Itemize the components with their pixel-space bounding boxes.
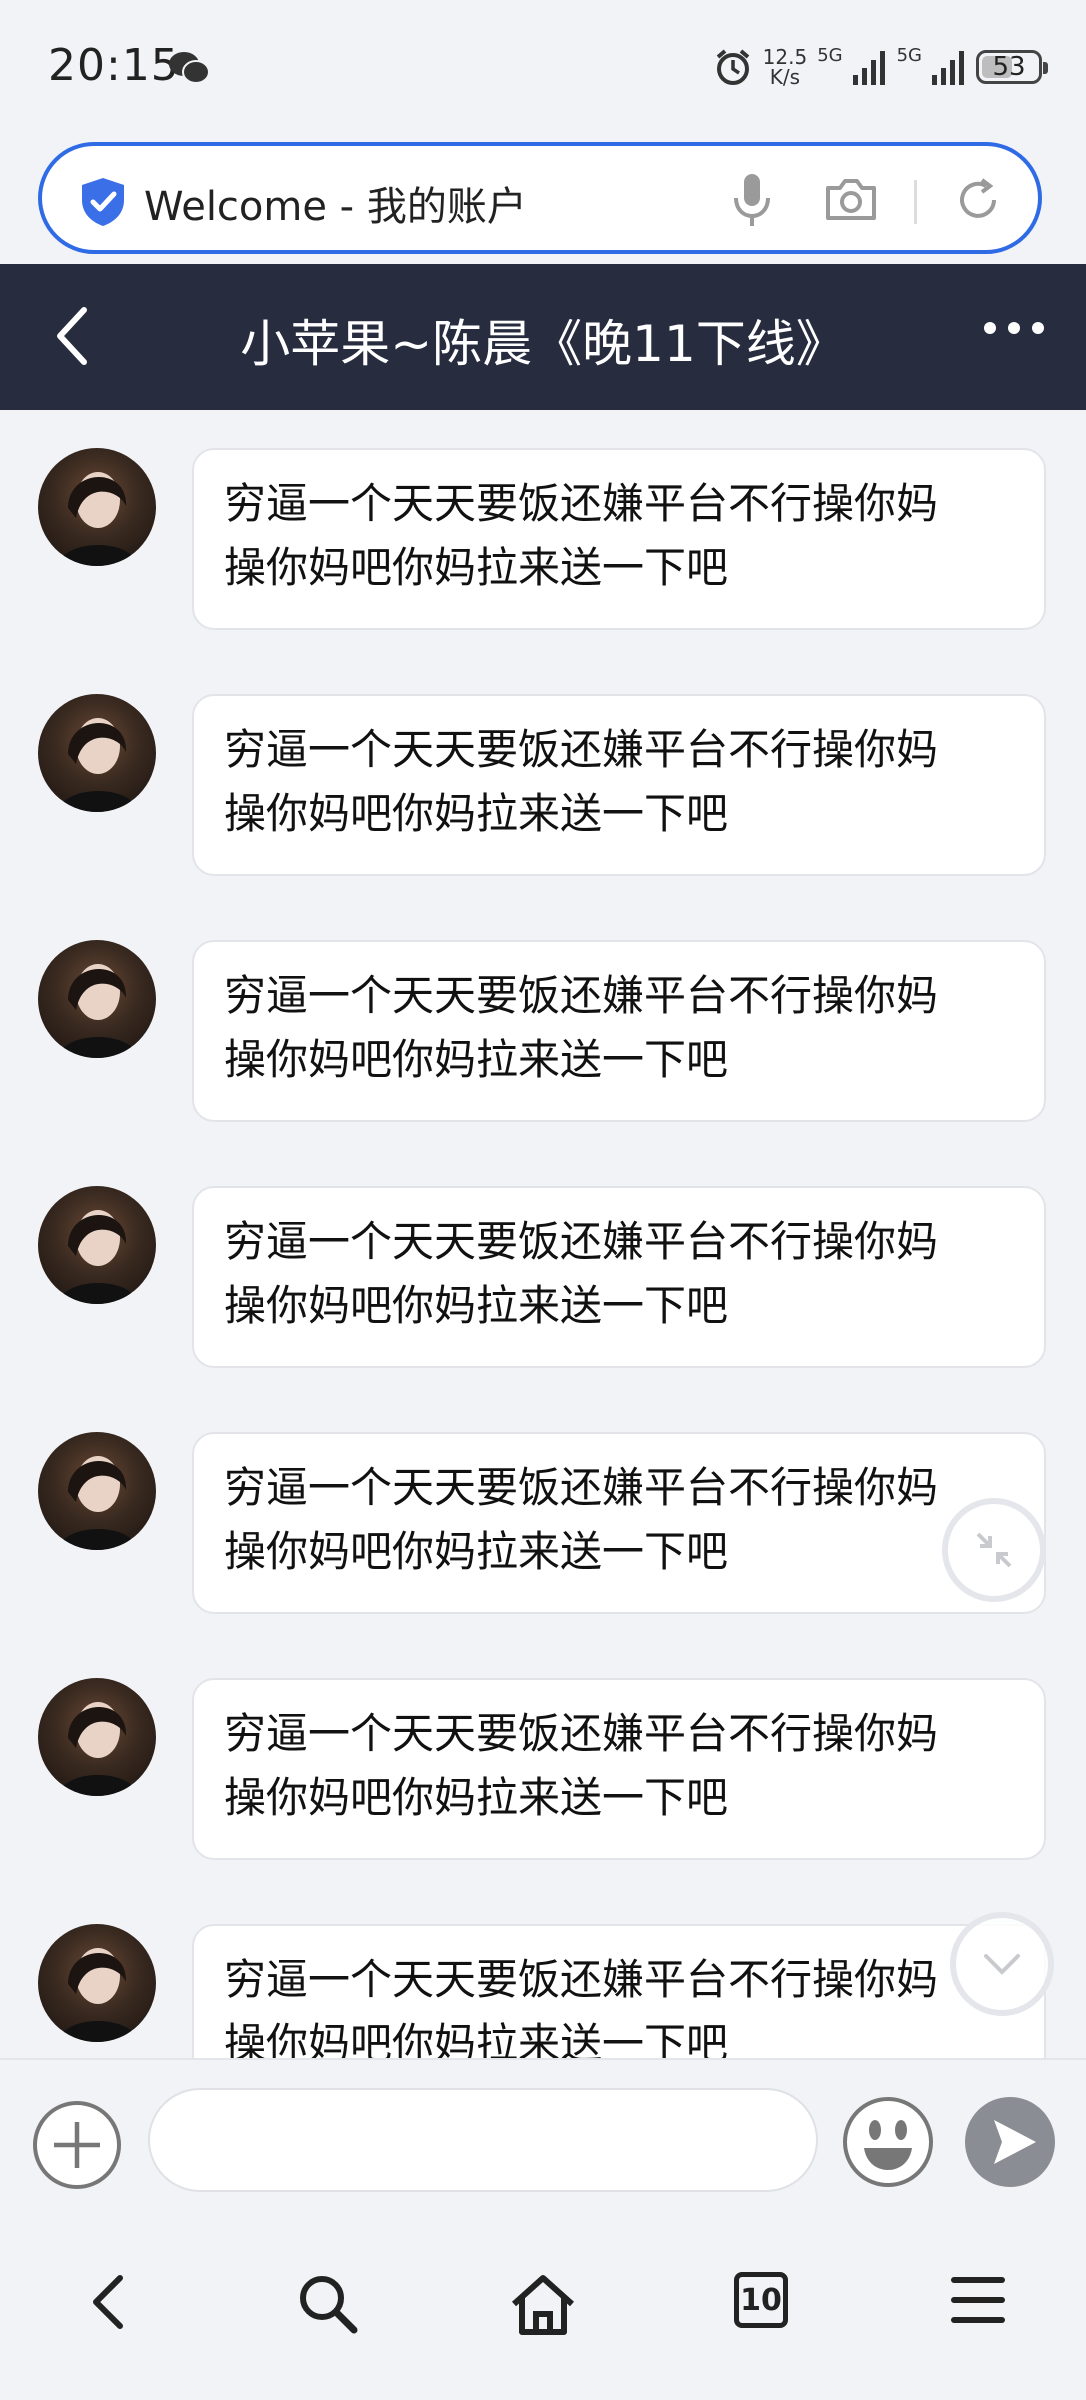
back-icon[interactable]: [52, 304, 92, 368]
address-divider: [914, 180, 917, 224]
collapse-button[interactable]: [942, 1498, 1046, 1602]
message-text-line: 操你妈吧你妈拉来送一下吧: [224, 1773, 729, 1822]
tabs-button[interactable]: 10: [734, 2272, 788, 2328]
avatar[interactable]: [38, 694, 156, 812]
message-bubble[interactable]: 穷逼一个天天要饭还嫌平台不行操你妈 操你妈吧你妈拉来送一下吧: [192, 1186, 1046, 1368]
message-text-line: 操你妈吧你妈拉来送一下吧: [224, 1527, 729, 1576]
message-text-line: 操你妈吧你妈拉来送一下吧: [224, 1035, 729, 1084]
scroll-down-button[interactable]: [950, 1912, 1054, 2016]
message-text-line: 操你妈吧你妈拉来送一下吧: [224, 1281, 729, 1330]
status-bar: 20:15 12.5 K/s 5G 5G 53: [0, 0, 1086, 140]
message-bubble[interactable]: 穷逼一个天天要饭还嫌平台不行操你妈 操你妈吧你妈拉来送一下吧: [192, 1432, 1046, 1614]
reload-icon[interactable]: [954, 176, 1002, 224]
message-item: 穷逼一个天天要饭还嫌平台不行操你妈 操你妈吧你妈拉来送一下吧: [0, 410, 1086, 630]
message-text-line: 操你妈吧你妈拉来送一下吧: [224, 543, 729, 592]
message-text-line: 操你妈吧你妈拉来送一下吧: [224, 789, 729, 838]
shield-check-icon: [82, 178, 124, 226]
message-item: 穷逼一个天天要饭还嫌平台不行操你妈 操你妈吧你妈拉来送一下吧: [0, 1640, 1086, 1860]
sim2-label: 5G: [896, 44, 922, 66]
message-item: 穷逼一个天天要饭还嫌平台不行操你妈 操你妈吧你妈拉来送一下吧: [0, 1148, 1086, 1368]
avatar[interactable]: [38, 1924, 156, 2042]
status-time: 20:15: [48, 40, 180, 91]
chat-title: 小苹果~陈晨《晚11下线》: [240, 315, 846, 373]
message-item: 穷逼一个天天要饭还嫌平台不行操你妈 操你妈吧你妈拉来送一下吧: [0, 902, 1086, 1122]
back-icon[interactable]: [86, 2272, 130, 2332]
net-speed-unit: K/s: [769, 65, 801, 89]
message-bubble[interactable]: 穷逼一个天天要饭还嫌平台不行操你妈 操你妈吧你妈拉来送一下吧: [192, 940, 1046, 1122]
wechat-icon: [169, 52, 210, 84]
plus-icon[interactable]: [32, 2100, 122, 2190]
collapse-icon: [976, 1532, 1012, 1568]
emoji-icon[interactable]: [842, 2096, 934, 2188]
avatar[interactable]: [38, 1678, 156, 1796]
signal-icon: [852, 51, 885, 85]
message-text-line: 穷逼一个天天要饭还嫌平台不行操你妈: [224, 725, 939, 774]
sim1-label: 5G: [817, 44, 843, 66]
signal-icon: [932, 51, 964, 85]
message-text-line: 穷逼一个天天要饭还嫌平台不行操你妈: [224, 1709, 939, 1758]
message-bubble[interactable]: 穷逼一个天天要饭还嫌平台不行操你妈 操你妈吧你妈拉来送一下吧: [192, 694, 1046, 876]
battery-indicator: 53: [976, 50, 1048, 84]
message-bubble[interactable]: 穷逼一个天天要饭还嫌平台不行操你妈 操你妈吧你妈拉来送一下吧: [192, 1924, 1046, 2058]
message-text-line: 操你妈吧你妈拉来送一下吧: [224, 2019, 729, 2058]
message-text-line: 穷逼一个天天要饭还嫌平台不行操你妈: [224, 1463, 939, 1512]
input-bar: [0, 2058, 1086, 2224]
more-icon[interactable]: [984, 322, 1044, 334]
message-input[interactable]: [148, 2088, 818, 2192]
avatar[interactable]: [38, 940, 156, 1058]
avatar[interactable]: [38, 1432, 156, 1550]
message-item: 穷逼一个天天要饭还嫌平台不行操你妈 操你妈吧你妈拉来送一下吧: [0, 656, 1086, 876]
menu-icon[interactable]: [950, 2272, 1006, 2328]
message-item: 穷逼一个天天要饭还嫌平台不行操你妈 操你妈吧你妈拉来送一下吧: [0, 1394, 1086, 1614]
home-icon[interactable]: [508, 2272, 578, 2336]
message-bubble[interactable]: 穷逼一个天天要饭还嫌平台不行操你妈 操你妈吧你妈拉来送一下吧: [192, 1678, 1046, 1860]
message-text-line: 穷逼一个天天要饭还嫌平台不行操你妈: [224, 479, 939, 528]
mic-icon[interactable]: [732, 172, 772, 228]
search-icon[interactable]: [296, 2272, 360, 2336]
alarm-icon: [716, 49, 749, 85]
browser-bottom-nav: 10: [0, 2224, 1086, 2400]
net-speed: 12.5 K/s: [763, 47, 808, 87]
chat-header: 小苹果~陈晨《晚11下线》: [0, 264, 1086, 410]
message-item: 穷逼一个天天要饭还嫌平台不行操你妈 操你妈吧你妈拉来送一下吧: [0, 1886, 1086, 2058]
chevron-down-icon: [984, 1954, 1020, 1975]
message-bubble[interactable]: 穷逼一个天天要饭还嫌平台不行操你妈 操你妈吧你妈拉来送一下吧: [192, 448, 1046, 630]
camera-icon[interactable]: [824, 176, 878, 222]
battery-level: 53: [992, 52, 1026, 82]
address-bar[interactable]: Welcome - 我的账户: [38, 142, 1042, 254]
message-list[interactable]: 穷逼一个天天要饭还嫌平台不行操你妈 操你妈吧你妈拉来送一下吧 穷逼一个天天要饭还…: [0, 410, 1086, 2058]
message-text-line: 穷逼一个天天要饭还嫌平台不行操你妈: [224, 1217, 939, 1266]
avatar[interactable]: [38, 448, 156, 566]
status-indicators: 12.5 K/s 5G 5G 53: [713, 42, 1048, 92]
message-text-line: 穷逼一个天天要饭还嫌平台不行操你妈: [224, 1955, 939, 2004]
avatar[interactable]: [38, 1186, 156, 1304]
net-speed-value: 12.5: [762, 45, 808, 69]
address-text[interactable]: Welcome - 我的账户: [144, 174, 527, 232]
message-text-line: 穷逼一个天天要饭还嫌平台不行操你妈: [224, 971, 939, 1020]
send-icon[interactable]: [964, 2096, 1056, 2188]
